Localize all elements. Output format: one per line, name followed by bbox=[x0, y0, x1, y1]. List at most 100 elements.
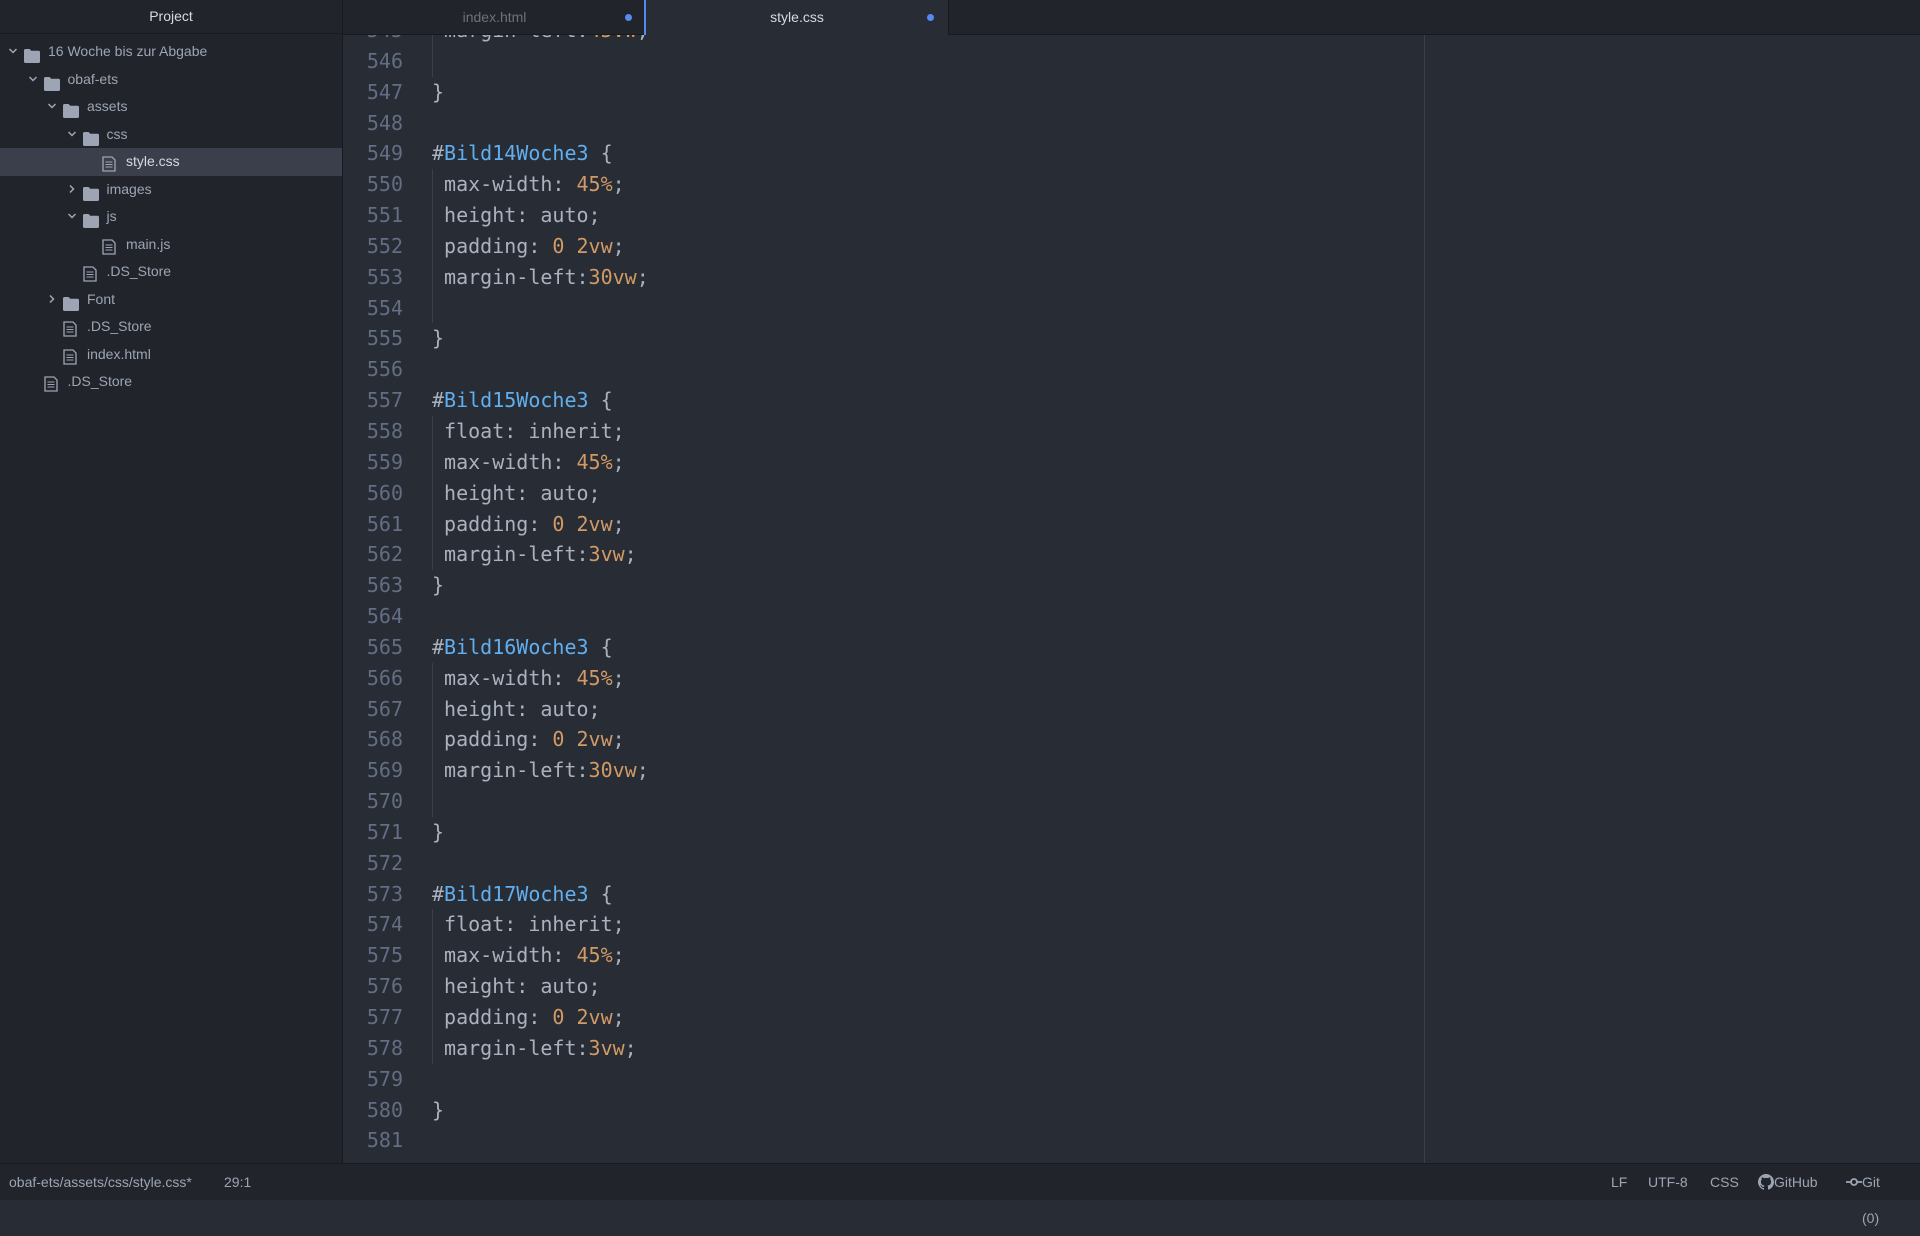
code-token: ; bbox=[612, 943, 625, 968]
line-number: 547 bbox=[366, 79, 403, 104]
indent-guide bbox=[432, 292, 433, 324]
code-line[interactable]: 548 bbox=[343, 108, 1920, 139]
tree-file[interactable]: .DS_Store bbox=[0, 258, 342, 286]
folder-icon bbox=[82, 183, 99, 201]
indent-guide bbox=[432, 477, 433, 509]
code-line[interactable]: 551 height: auto; bbox=[343, 200, 1920, 231]
folder-icon bbox=[43, 73, 60, 91]
tree-file[interactable]: main.js bbox=[0, 231, 342, 259]
tab-index-html[interactable]: index.html bbox=[343, 0, 647, 34]
code-token: Bild16Woche3 bbox=[444, 634, 589, 659]
code-line[interactable]: 566 max-width: 45%; bbox=[343, 662, 1920, 694]
tree-folder[interactable]: assets bbox=[0, 93, 342, 121]
code-line[interactable]: 578 margin-left:3vw; bbox=[343, 1032, 1920, 1064]
code-token: max-width: bbox=[432, 665, 577, 690]
code-line[interactable]: 568 padding: 0 2vw; bbox=[343, 724, 1920, 756]
status-file-path[interactable]: obaf-ets/assets/css/style.css* bbox=[9, 1164, 192, 1200]
chevron-down-icon[interactable] bbox=[66, 121, 78, 149]
line-number: 569 bbox=[366, 758, 403, 783]
line-number: 576 bbox=[366, 974, 403, 999]
code-token: 2vw bbox=[576, 233, 613, 258]
code-token: ; bbox=[624, 1035, 637, 1060]
code-line[interactable]: 572 bbox=[343, 848, 1920, 879]
code-line[interactable]: 570 bbox=[343, 786, 1920, 817]
code-text: max-width: 45%; bbox=[432, 663, 625, 694]
code-line[interactable]: 575 max-width: 45%; bbox=[343, 940, 1920, 972]
code-token: height: auto; bbox=[432, 696, 601, 721]
code-line[interactable]: 579 bbox=[343, 1064, 1920, 1095]
tree-file[interactable]: style.css bbox=[0, 148, 342, 176]
tree-file[interactable]: index.html bbox=[0, 341, 342, 369]
tree-folder[interactable]: 16 Woche bis zur Abgabe bbox=[0, 38, 342, 66]
code-editor[interactable]: 545 margin-left:45vw;546547}548549#Bild1… bbox=[343, 35, 1920, 1164]
tree-folder[interactable]: images bbox=[0, 176, 342, 204]
tree-item-label: style.css bbox=[126, 153, 180, 169]
code-line[interactable]: 580} bbox=[343, 1095, 1920, 1126]
tree-file[interactable]: .DS_Store bbox=[0, 313, 342, 341]
chevron-down-icon[interactable] bbox=[27, 66, 39, 94]
code-line[interactable]: 564 bbox=[343, 601, 1920, 632]
code-line[interactable]: 565 #Bild16Woche3 { bbox=[343, 632, 1920, 663]
code-line[interactable]: 546 bbox=[343, 45, 1920, 77]
chevron-down-icon[interactable] bbox=[66, 203, 78, 231]
code-line[interactable]: 576 height: auto; bbox=[343, 971, 1920, 1002]
file-tree: 16 Woche bis zur Abgabe obaf-ets assets css… bbox=[0, 34, 342, 396]
line-number: 580 bbox=[366, 1097, 403, 1122]
code-line[interactable]: 552 padding: 0 2vw; bbox=[343, 230, 1920, 262]
code-token: Bild14Woche3 bbox=[444, 141, 589, 166]
code-line[interactable]: 554 bbox=[343, 292, 1920, 324]
code-text: margin-left:45vw; bbox=[432, 35, 649, 46]
tree-folder[interactable]: obaf-ets bbox=[0, 66, 342, 94]
line-number: 564 bbox=[366, 604, 403, 629]
code-token: } bbox=[432, 1097, 445, 1122]
code-line[interactable]: 550 max-width: 45%; bbox=[343, 169, 1920, 201]
tree-folder[interactable]: Font bbox=[0, 286, 342, 314]
code-line[interactable]: 561 padding: 0 2vw; bbox=[343, 508, 1920, 540]
status-git[interactable]: Git (0) bbox=[1846, 1164, 1880, 1226]
tree-item-label: main.js bbox=[126, 235, 171, 252]
chevron-down-icon[interactable] bbox=[46, 93, 58, 121]
status-encoding[interactable]: UTF-8 bbox=[1648, 1164, 1688, 1200]
code-line[interactable]: 555} bbox=[343, 323, 1920, 354]
code-line[interactable]: 563} bbox=[343, 570, 1920, 601]
code-token: 3vw bbox=[588, 1035, 625, 1060]
indent-guide bbox=[432, 1002, 433, 1033]
code-token: 2vw bbox=[576, 511, 613, 536]
code-token: max-width: bbox=[432, 172, 577, 197]
tree-file[interactable]: .DS_Store bbox=[0, 368, 342, 396]
line-number: 550 bbox=[366, 172, 403, 197]
chevron-right-icon[interactable] bbox=[66, 176, 78, 204]
chevron-right-icon[interactable] bbox=[46, 286, 58, 314]
code-line[interactable]: 581 bbox=[343, 1125, 1920, 1156]
code-line[interactable]: 577 padding: 0 2vw; bbox=[343, 1002, 1920, 1033]
code-line[interactable]: 574 float: inherit; bbox=[343, 909, 1920, 941]
status-line-ending[interactable]: LF bbox=[1611, 1164, 1627, 1200]
tree-folder[interactable]: css bbox=[0, 121, 342, 149]
code-line[interactable]: 560 height: auto; bbox=[343, 477, 1920, 509]
code-line[interactable]: 562 margin-left:3vw; bbox=[343, 539, 1920, 571]
indent-guide bbox=[432, 446, 433, 478]
tab-style-css[interactable]: style.css bbox=[644, 0, 949, 35]
code-line[interactable]: 567 height: auto; bbox=[343, 693, 1920, 725]
code-line[interactable]: 558 float: inherit; bbox=[343, 415, 1920, 447]
code-line[interactable]: 553 margin-left:30vw; bbox=[343, 261, 1920, 293]
code-line[interactable]: 556 bbox=[343, 354, 1920, 385]
tree-folder[interactable]: js bbox=[0, 203, 342, 231]
code-text: height: auto; bbox=[432, 200, 601, 231]
line-number: 575 bbox=[366, 943, 403, 968]
code-line[interactable]: 545 margin-left:45vw; bbox=[343, 35, 1920, 46]
line-number: 557 bbox=[366, 388, 403, 413]
code-line[interactable]: 571} bbox=[343, 817, 1920, 848]
code-line[interactable]: 557 #Bild15Woche3 { bbox=[343, 385, 1920, 416]
status-grammar[interactable]: CSS bbox=[1710, 1164, 1739, 1200]
code-line[interactable]: 549 #Bild14Woche3 { bbox=[343, 138, 1920, 169]
code-line[interactable]: 573 #Bild17Woche3 { bbox=[343, 879, 1920, 910]
indent-guide bbox=[432, 755, 433, 787]
status-bar: obaf-ets/assets/css/style.css* 29:1 LF U… bbox=[0, 1163, 1920, 1226]
code-line[interactable]: 559 max-width: 45%; bbox=[343, 446, 1920, 478]
status-cursor-position[interactable]: 29:1 bbox=[224, 1164, 251, 1200]
status-github[interactable]: GitHub bbox=[1758, 1164, 1818, 1200]
code-line[interactable]: 569 margin-left:30vw; bbox=[343, 755, 1920, 787]
code-line[interactable]: 547} bbox=[343, 77, 1920, 108]
chevron-down-icon[interactable] bbox=[7, 38, 19, 66]
